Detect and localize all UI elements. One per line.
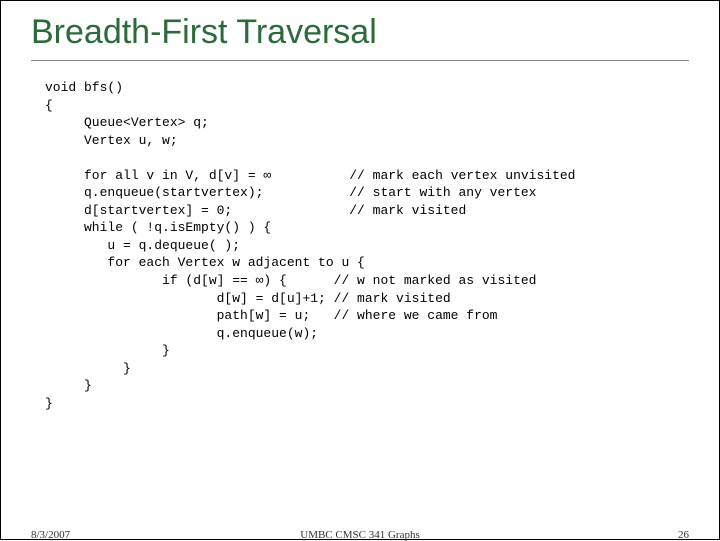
slide-title: Breadth-First Traversal	[31, 13, 719, 58]
footer-middle: UMBC CMSC 341 Graphs	[1, 529, 719, 541]
title-wrap: Breadth-First Traversal	[1, 1, 719, 58]
code-line: q.enqueue(w);	[45, 326, 318, 341]
footer-page: 26	[678, 529, 689, 541]
slide: Breadth-First Traversal void bfs() { Que…	[0, 0, 720, 540]
code-line: }	[45, 361, 131, 376]
code-line: }	[45, 343, 170, 358]
code-line: for all v in V, d[v] = ∞ // mark each ve…	[45, 168, 576, 183]
code-line: u = q.dequeue( );	[45, 238, 240, 253]
code-block: void bfs() { Queue<Vertex> q; Vertex u, …	[1, 61, 719, 412]
code-line: d[w] = d[u]+1; // mark visited	[45, 291, 451, 306]
code-line: path[w] = u; // where we came from	[45, 308, 497, 323]
code-line: for each Vertex w adjacent to u {	[45, 255, 365, 270]
code-line: d[startvertex] = 0; // mark visited	[45, 203, 466, 218]
code-line: Vertex u, w;	[45, 133, 178, 148]
code-line: }	[45, 378, 92, 393]
code-line: if (d[w] == ∞) { // w not marked as visi…	[45, 273, 536, 288]
code-line: while ( !q.isEmpty() ) {	[45, 220, 271, 235]
code-line: }	[45, 396, 53, 411]
code-line: q.enqueue(startvertex); // start with an…	[45, 185, 536, 200]
code-line: {	[45, 98, 53, 113]
code-line: Queue<Vertex> q;	[45, 115, 209, 130]
code-line: void bfs()	[45, 80, 123, 95]
